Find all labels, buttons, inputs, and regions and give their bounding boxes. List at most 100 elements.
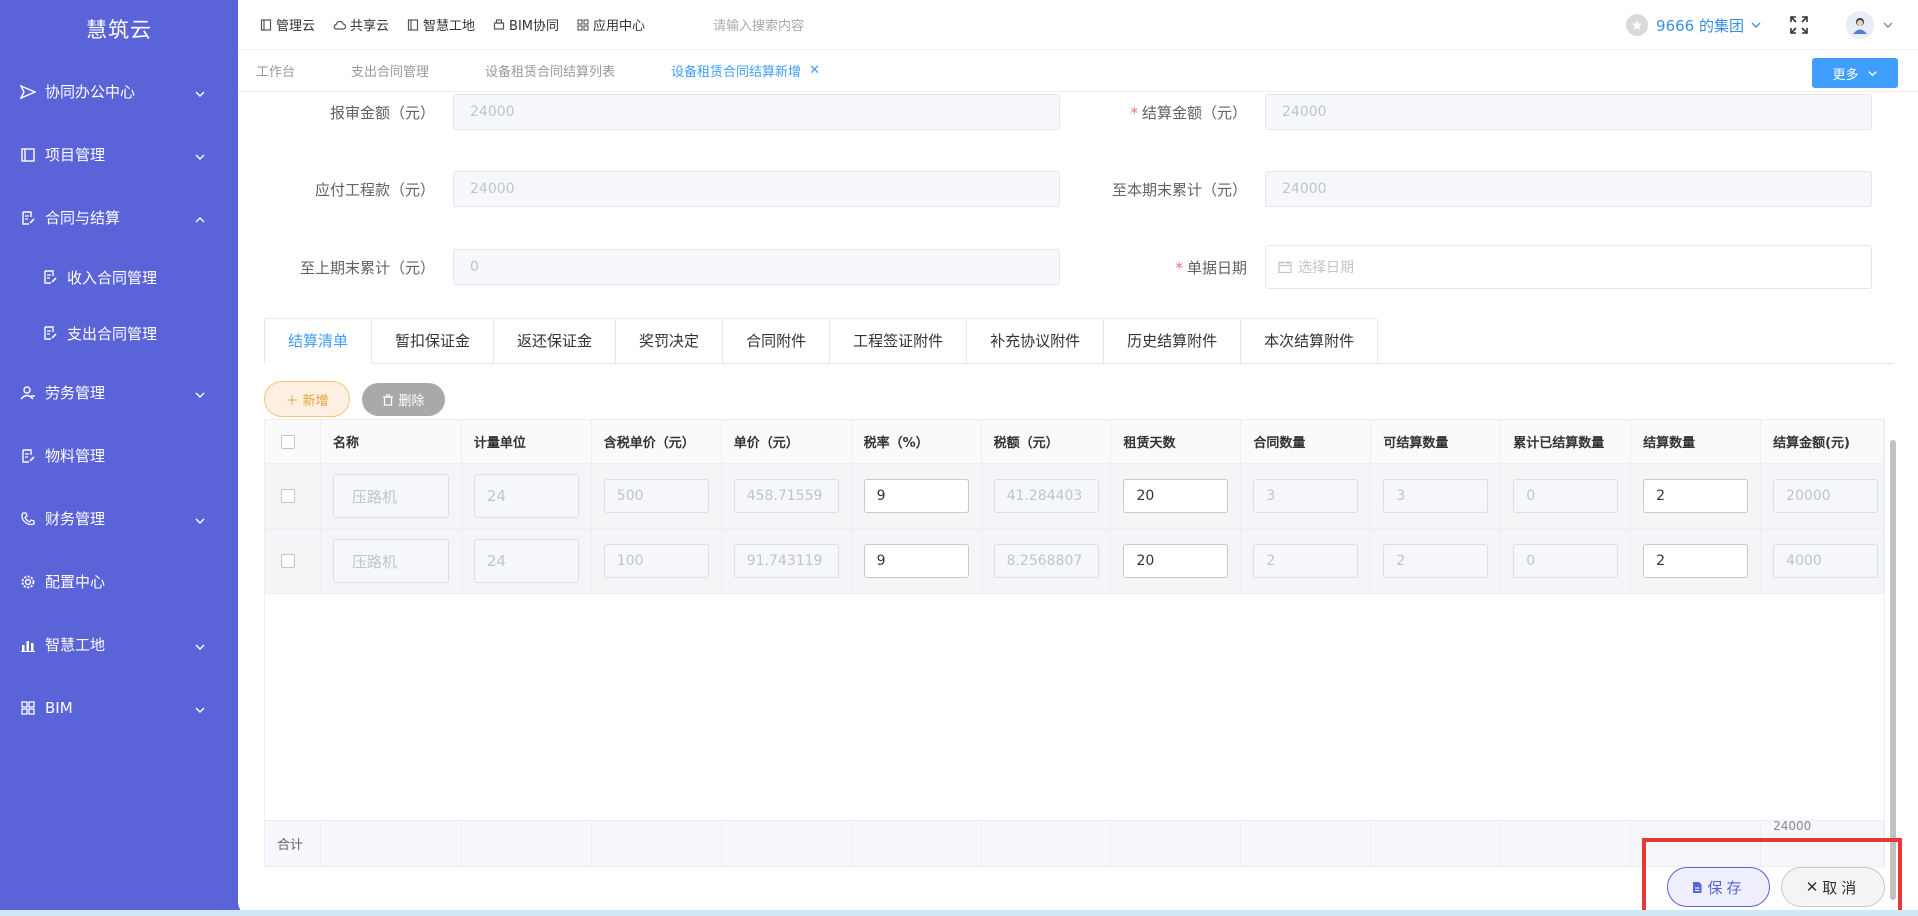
cell-input[interactable]: 20: [1123, 479, 1229, 513]
table-cell: 压路机: [321, 464, 462, 528]
sidebar-item[interactable]: 配置中心: [0, 550, 238, 613]
payable-field[interactable]: 24000: [453, 171, 1060, 207]
trash-icon: [383, 394, 394, 406]
cum-prev-field[interactable]: 0: [453, 249, 1060, 285]
gear-icon: [20, 574, 36, 590]
search-input[interactable]: 请输入搜索内容: [713, 15, 804, 34]
doc-date-picker[interactable]: 选择日期: [1265, 245, 1872, 289]
column-header: 结算金额(元): [1761, 420, 1885, 463]
cell-input[interactable]: 压路机: [332, 539, 449, 583]
fullscreen-icon[interactable]: [1790, 16, 1808, 34]
cell-input[interactable]: 2: [1643, 544, 1749, 578]
top-nav-share-cloud[interactable]: 共享云: [333, 15, 389, 34]
tab-reward-penalty[interactable]: 奖罚决定: [616, 318, 724, 364]
cell-input[interactable]: 2: [1643, 479, 1749, 513]
settlement-table: 名称 计量单位 含税单价（元） 单价（元） 税率（%） 税额（元） 租赁天数 合同数量 可结算数…: [264, 419, 1885, 867]
sidebar-item[interactable]: 支出合同管理: [0, 305, 238, 361]
row-checkbox[interactable]: [281, 554, 295, 568]
sidebar-item[interactable]: 收入合同管理: [0, 249, 238, 305]
sidebar-item[interactable]: BIM: [0, 676, 238, 739]
brand-logo: 慧筑云: [86, 18, 152, 42]
cell-input[interactable]: 24: [473, 474, 579, 518]
top-bar: 管理云 共享云 智慧工地 BIM协同 应用中心 请输入搜索内容 9666 的集团: [238, 0, 1918, 50]
cum-current-field[interactable]: 24000: [1265, 171, 1872, 207]
more-button[interactable]: 更多: [1812, 58, 1898, 88]
tab-withheld-deposit[interactable]: 暂扣保证金: [372, 318, 495, 364]
sidebar-item[interactable]: 物料管理: [0, 424, 238, 487]
tab-expense-contract[interactable]: 支出合同管理: [351, 61, 429, 80]
cell-input[interactable]: 91.743119: [733, 544, 839, 578]
sidebar-item[interactable]: 智慧工地: [0, 613, 238, 676]
tab-settlement-list[interactable]: 设备租赁合同结算列表: [485, 61, 615, 80]
tab-history-attachment[interactable]: 历史结算附件: [1104, 318, 1242, 364]
sidebar-item-label: 配置中心: [45, 573, 106, 591]
cell-input[interactable]: 9: [863, 479, 969, 513]
report-amount-label: 报审金额（元）: [329, 103, 435, 122]
close-icon[interactable]: ✕: [809, 63, 820, 78]
cell-input[interactable]: 100: [603, 544, 709, 578]
tab-current-attachment[interactable]: 本次结算附件: [1241, 318, 1379, 364]
sum-cell: [321, 821, 462, 866]
add-button[interactable]: ＋ 新增: [264, 381, 350, 417]
sidebar-menu: 协同办公中心 项目管理 合同与结算 收入合同管理 支出合同管理 劳务管理物料管理财务管理配…: [0, 60, 238, 739]
cell-input[interactable]: 20: [1123, 544, 1229, 578]
sidebar-item-label: 物料管理: [45, 447, 106, 465]
cell-input[interactable]: 0: [1513, 544, 1619, 578]
table-cell: 91.743119: [722, 529, 852, 593]
row-checkbox[interactable]: [281, 489, 295, 503]
sidebar-item-label: BIM: [45, 698, 73, 717]
sidebar-item[interactable]: 劳务管理: [0, 361, 238, 424]
cell-input[interactable]: 3: [1253, 479, 1359, 513]
column-header: 单价（元）: [722, 420, 852, 463]
delete-button[interactable]: 删除: [362, 383, 445, 416]
report-amount-field[interactable]: 24000: [453, 94, 1060, 130]
cell-input[interactable]: 458.71559: [733, 479, 839, 513]
sidebar-item[interactable]: 项目管理: [0, 123, 238, 186]
vertical-scrollbar[interactable]: [1890, 440, 1896, 900]
tab-returned-deposit[interactable]: 返还保证金: [494, 318, 617, 364]
tab-supplement-attachment[interactable]: 补充协议附件: [967, 318, 1105, 364]
header-checkbox-cell: [265, 420, 321, 463]
tab-settlement-list-detail[interactable]: 结算清单: [264, 318, 373, 364]
cell-input[interactable]: 0: [1513, 479, 1619, 513]
avatar[interactable]: [1846, 11, 1874, 39]
top-nav-manage-cloud[interactable]: 管理云: [260, 15, 315, 34]
sum-cell: [1241, 821, 1372, 866]
cell-input[interactable]: 20000: [1773, 479, 1879, 513]
column-header: 可结算数量: [1371, 420, 1502, 463]
cell-input[interactable]: 2: [1253, 544, 1359, 578]
label-text: 单据日期: [1186, 258, 1247, 277]
cell-input[interactable]: 4000: [1773, 544, 1879, 578]
tab-settlement-new[interactable]: 设备租赁合同结算新增 ✕: [671, 61, 820, 80]
cell-input[interactable]: 2: [1383, 544, 1489, 578]
chevron-down-icon[interactable]: [1882, 19, 1894, 31]
table-cell: 9: [852, 464, 982, 528]
org-logo-icon: [1626, 14, 1649, 36]
cell-input[interactable]: 41.284403: [993, 479, 1099, 513]
sum-cell: [1371, 821, 1502, 866]
book-icon: [407, 18, 419, 31]
table-row: 压路机 24 100 91.743119 9 8.2568807 20 2 2 0 2 4000: [265, 529, 1885, 594]
tab-visa-attachment[interactable]: 工程签证附件: [830, 318, 968, 364]
top-nav-bim[interactable]: BIM协同: [493, 15, 559, 34]
top-nav-app-center[interactable]: 应用中心: [577, 15, 645, 34]
top-right-area: 9666 的集团: [1626, 0, 1918, 50]
edit-doc-icon: [42, 325, 58, 341]
cell-input[interactable]: 9: [863, 544, 969, 578]
cell-input[interactable]: 500: [603, 479, 709, 513]
cell-input[interactable]: 8.2568807: [993, 544, 1099, 578]
more-label: 更多: [1832, 67, 1859, 83]
settle-amount-field[interactable]: 24000: [1265, 94, 1872, 130]
sidebar-item[interactable]: 财务管理: [0, 487, 238, 550]
sidebar-item[interactable]: 协同办公中心: [0, 60, 238, 123]
top-nav-smart-site[interactable]: 智慧工地: [407, 15, 475, 34]
table-cell: 4000: [1761, 529, 1885, 593]
select-all-checkbox[interactable]: [281, 434, 295, 449]
cell-input[interactable]: 压路机: [332, 474, 449, 518]
org-switcher[interactable]: 9666 的集团: [1626, 14, 1762, 36]
tab-contract-attachment[interactable]: 合同附件: [723, 318, 831, 364]
cell-input[interactable]: 3: [1383, 479, 1489, 513]
sidebar-item[interactable]: 合同与结算: [0, 186, 238, 249]
tab-workbench[interactable]: 工作台: [256, 61, 295, 80]
cell-input[interactable]: 24: [473, 539, 579, 583]
